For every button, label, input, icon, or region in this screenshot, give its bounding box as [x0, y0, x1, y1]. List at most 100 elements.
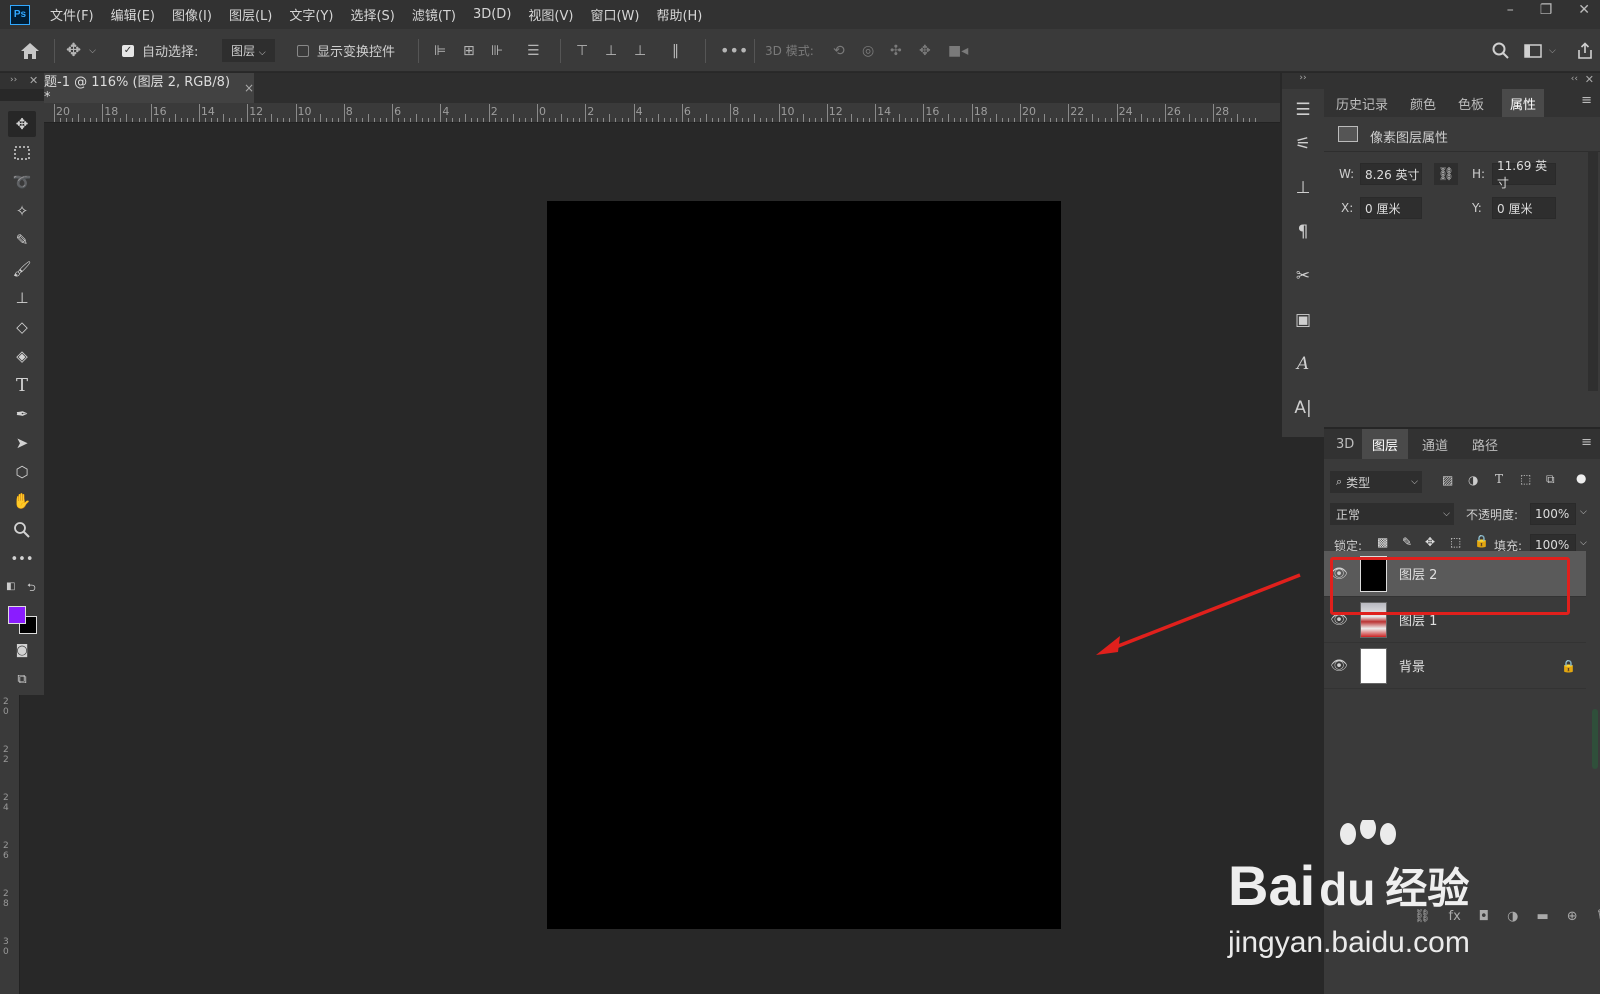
blend-mode-dropdown[interactable]: 正常 ⌵ [1330, 503, 1454, 525]
document-tab[interactable]: 题-1 @ 116% (图层 2, RGB/8) * × [44, 73, 254, 105]
filter-shape-icon[interactable]: ⬚ [1520, 472, 1531, 486]
layer-filter-dropdown[interactable]: ⌕ 类型 ⌵ [1330, 471, 1422, 493]
glyphs-icon[interactable]: A [1288, 349, 1318, 379]
minimize-button[interactable]: – [1507, 2, 1514, 18]
distribute-vertical-icon[interactable]: ‖ [672, 29, 679, 72]
auto-select-target-dropdown[interactable]: 图层 ⌵ [222, 29, 275, 72]
delete-layer-icon[interactable]: 🗑 [1596, 909, 1600, 924]
menu-help[interactable]: 帮助(H) [656, 5, 702, 24]
show-transform-checkbox[interactable]: 显示变换控件 [297, 29, 395, 72]
adjustments-icon[interactable]: ⚟ [1288, 129, 1318, 159]
filter-toggle-icon[interactable]: ● [1576, 471, 1586, 485]
scrollbar[interactable] [1588, 151, 1598, 391]
search-icon[interactable] [1492, 29, 1510, 72]
align-hcenter-icon[interactable]: ⊞ [463, 29, 475, 72]
new-layer-icon[interactable]: ⊕ [1567, 909, 1578, 924]
lasso-tool-icon[interactable]: ➰ [8, 169, 36, 195]
menu-filter[interactable]: 滤镜(T) [412, 5, 456, 24]
menu-window[interactable]: 窗口(W) [590, 5, 639, 24]
eraser-tool-icon[interactable]: ◇ [8, 314, 36, 340]
scrollbar[interactable] [1592, 709, 1598, 769]
tab-color[interactable]: 颜色 [1410, 89, 1436, 117]
hand-tool-icon[interactable]: ✋ [8, 488, 36, 514]
lock-transparency-icon[interactable]: ▩ [1377, 535, 1388, 549]
link-icon[interactable]: ⛓ [1434, 163, 1458, 185]
tab-swatches[interactable]: 色板 [1458, 89, 1484, 117]
brush-tool-icon[interactable]: 🖌 [8, 256, 36, 282]
filter-adjustment-icon[interactable]: ◑ [1468, 473, 1478, 487]
3d-roll-icon[interactable]: ◎ [862, 29, 874, 72]
x-field[interactable]: 0 厘米 [1360, 197, 1422, 219]
close-button[interactable]: ✕ [1578, 2, 1590, 18]
menu-select[interactable]: 选择(S) [350, 5, 394, 24]
document-canvas[interactable] [547, 201, 1061, 929]
stamp-tool-icon[interactable]: ⊥ [8, 285, 36, 311]
move-tool-icon[interactable]: ✥ [8, 111, 36, 137]
filter-type-icon[interactable]: T [1495, 472, 1503, 486]
pen-tool-icon[interactable]: ✒ [8, 401, 36, 427]
toolbar-collapse-strip[interactable]: ›› ✕ [0, 73, 44, 89]
tab-properties[interactable]: 属性 [1502, 89, 1545, 117]
marquee-tool-icon[interactable] [8, 140, 36, 166]
home-icon[interactable] [20, 29, 40, 72]
menu-type[interactable]: 文字(Y) [289, 5, 333, 24]
lock-artboard-icon[interactable]: ⬚ [1450, 535, 1461, 549]
auto-select-checkbox[interactable]: ✓ 自动选择: [122, 29, 198, 72]
width-field[interactable]: 8.26 英寸 [1360, 163, 1422, 185]
align-right-icon[interactable]: ⊪ [491, 29, 503, 72]
magic-wand-tool-icon[interactable]: ✧ [8, 198, 36, 224]
y-field[interactable]: 0 厘米 [1492, 197, 1556, 219]
align-left-icon[interactable]: ⊫ [434, 29, 446, 72]
3d-slide-icon[interactable]: ✥ [919, 29, 931, 72]
zoom-tool-icon[interactable] [8, 517, 36, 543]
paint-bucket-tool-icon[interactable]: ◈ [8, 343, 36, 369]
align-bottom-icon[interactable]: ⊥ [634, 29, 646, 72]
distribute-icon[interactable]: ☰ [527, 29, 540, 72]
tab-3d[interactable]: 3D [1336, 429, 1354, 459]
eye-icon[interactable]: 👁 [1324, 658, 1354, 674]
layer-row[interactable]: 👁 背景 🔒 [1324, 643, 1586, 689]
tab-history[interactable]: 历史记录 [1336, 89, 1388, 117]
restore-button[interactable]: ❐ [1540, 2, 1553, 18]
workspace-icon[interactable]: ⌵ [1524, 29, 1556, 72]
height-field[interactable]: 11.69 英寸 [1492, 159, 1556, 190]
menu-edit[interactable]: 编辑(E) [111, 5, 155, 24]
path-select-tool-icon[interactable]: ➤ [8, 430, 36, 456]
navigator-icon[interactable]: ▣ [1288, 305, 1318, 335]
move-tool-preset-icon[interactable]: ✥ ⌵ [66, 29, 96, 72]
default-colors-icon[interactable]: ◧ [6, 581, 15, 592]
tool-presets-icon[interactable]: ✂ [1288, 261, 1318, 291]
panel-menu-icon[interactable]: ≡ [1581, 93, 1592, 108]
menu-file[interactable]: 文件(F) [50, 5, 94, 24]
quick-mask-icon[interactable]: ◙ [8, 637, 36, 663]
menu-3d[interactable]: 3D(D) [473, 7, 511, 22]
foreground-color-swatch[interactable] [8, 606, 26, 624]
shape-tool-icon[interactable]: ⬡ [8, 459, 36, 485]
menu-view[interactable]: 视图(V) [528, 5, 573, 24]
tab-layers[interactable]: 图层 [1362, 429, 1409, 459]
type-tool-icon[interactable]: T [8, 372, 36, 398]
tab-channels[interactable]: 通道 [1422, 429, 1448, 459]
align-vcenter-icon[interactable]: ⊥ [605, 29, 617, 72]
brush-settings-icon[interactable]: ☰ [1288, 95, 1318, 125]
lock-position-icon[interactable]: ✥ [1425, 535, 1435, 549]
close-panel-icon[interactable]: ✕ [1585, 73, 1594, 86]
chevron-down-icon[interactable]: ⌵ [1580, 538, 1587, 548]
filter-pixel-icon[interactable]: ▨ [1442, 473, 1453, 487]
screen-mode-icon[interactable]: ⧉ [8, 666, 36, 692]
more-tools-icon[interactable]: ••• [8, 546, 36, 572]
lock-pixels-icon[interactable]: ✎ [1402, 535, 1412, 549]
3d-camera-icon[interactable]: ■◂ [948, 29, 968, 72]
align-top-icon[interactable]: ⊤ [576, 29, 588, 72]
paragraph-icon[interactable]: ¶ [1288, 217, 1318, 247]
eyedropper-tool-icon[interactable]: ✎ [8, 227, 36, 253]
3d-pan-icon[interactable]: ✣ [890, 29, 902, 72]
more-options-icon[interactable]: ••• [720, 29, 748, 72]
tab-paths[interactable]: 路径 [1472, 429, 1498, 459]
opacity-field[interactable]: 100% [1530, 503, 1576, 525]
collapse-icon[interactable]: ‹‹ [1571, 74, 1578, 84]
character-icon[interactable]: A| [1288, 393, 1318, 423]
swap-colors-icon[interactable]: ⮌ [27, 579, 36, 598]
panel-menu-icon[interactable]: ≡ [1581, 435, 1592, 450]
menu-layer[interactable]: 图层(L) [229, 5, 272, 24]
